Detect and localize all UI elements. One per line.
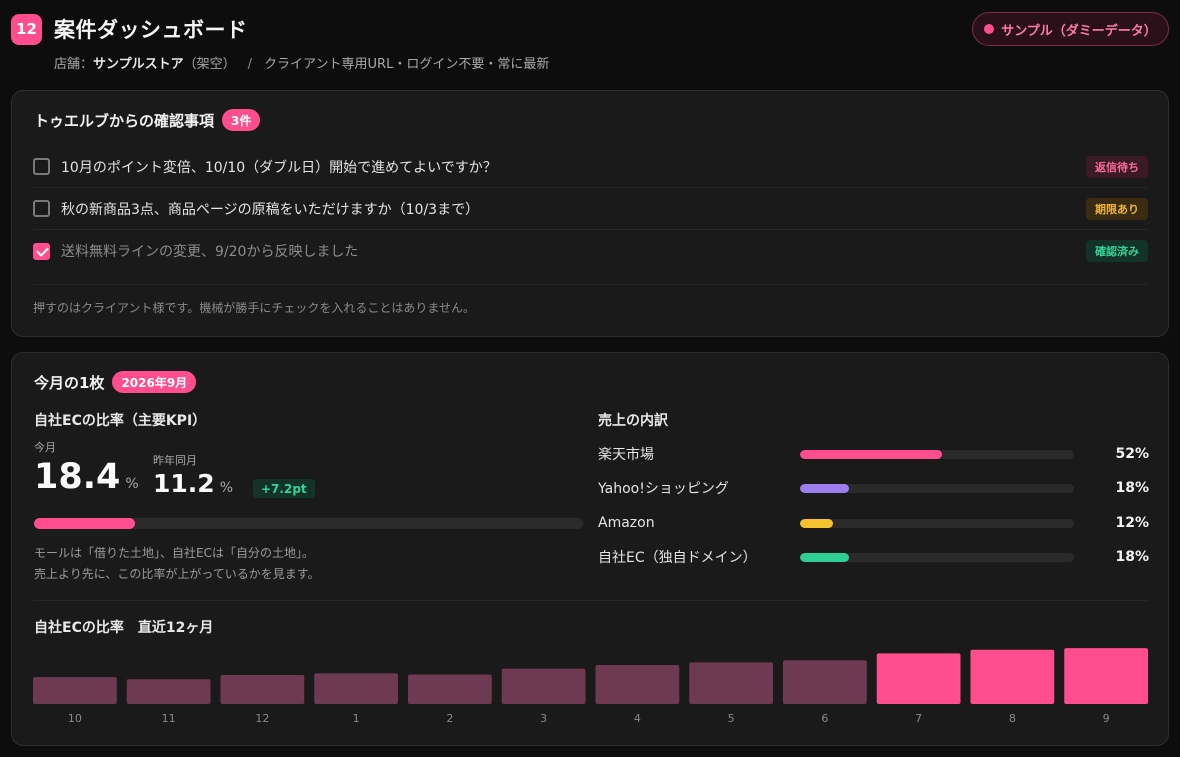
status-badge: 返信待ち xyxy=(1086,155,1148,178)
chart-tick-label: 1 xyxy=(353,712,360,725)
store-prefix: 店舗： xyxy=(54,57,94,72)
chart-bar xyxy=(33,677,117,704)
sample-data-button[interactable]: サンプル（ダミーデータ） xyxy=(972,12,1169,46)
chart-bar xyxy=(689,662,773,704)
store-name: サンプルストア xyxy=(93,57,184,72)
chart-bar xyxy=(126,679,211,704)
sample-data-label: サンプル（ダミーデータ） xyxy=(1001,23,1157,39)
chart-bar xyxy=(314,673,398,704)
status-badge: 期限あり xyxy=(1086,197,1148,220)
chart-tick-label: 3 xyxy=(540,712,547,725)
trend-bar-chart: 10 11 12 1 2 3 4 5 6 7 8 9 xyxy=(33,648,1148,725)
todo-item: 10月のポイント変倍、10/10（ダブル日）開始で進めてよいですか？ 返信待ち xyxy=(33,146,1148,188)
store-info: 店舗：サンプルストア（架空） / クライアント専用URL・ログイン不要・常に最新 xyxy=(54,53,549,72)
todo-checkbox-checked[interactable] xyxy=(33,242,50,260)
chart-bar xyxy=(1064,648,1148,704)
separator: / xyxy=(247,57,253,72)
confirm-title: トゥエルブからの確認事項 xyxy=(34,111,215,130)
todo-item: 秋の新商品3点、商品ページの原稿をいただけますか（10/3まで） 期限あり xyxy=(33,188,1148,230)
chart-bar xyxy=(970,649,1055,704)
chart-tick-label: 12 xyxy=(255,712,269,725)
chart-bar xyxy=(876,653,961,704)
app-logo: 12 xyxy=(11,13,42,45)
chart-bar xyxy=(501,668,586,704)
url-meta: クライアント専用URL・ログイン不要・常に最新 xyxy=(264,57,550,72)
todo-item: 送料無料ラインの変更、9/20から反映しました 確認済み xyxy=(33,230,1148,272)
chart-bar xyxy=(408,674,492,704)
chart-bar xyxy=(595,664,680,704)
chart-bar xyxy=(783,660,867,704)
todo-checkbox[interactable] xyxy=(33,158,50,175)
chart-tick-label: 8 xyxy=(1009,712,1016,725)
divider xyxy=(33,284,1148,285)
chart-tick-label: 10 xyxy=(68,712,82,725)
confirm-card: トゥエルブからの確認事項 3件 10月のポイント変倍、10/10（ダブル日）開始… xyxy=(11,90,1169,337)
confirm-note: 押すのはクライアント様です。機械が勝手にチェックを入れることはありません。 xyxy=(33,301,475,315)
chart-tick-label: 4 xyxy=(634,712,641,725)
monthly-card: 今月の1枚 2026年9月 自社ECの比率（主要KPI） 今月 18.4 % 昨… xyxy=(11,352,1169,746)
chart-tick-label: 9 xyxy=(1103,712,1110,725)
todo-text: 秋の新商品3点、商品ページの原稿をいただけますか（10/3まで） xyxy=(61,201,480,218)
chart-tick-label: 2 xyxy=(446,712,453,725)
chart-tick-label: 7 xyxy=(915,712,922,725)
status-dot-icon xyxy=(984,24,995,34)
chart-tick-label: 6 xyxy=(821,712,828,725)
todo-checkbox[interactable] xyxy=(33,200,50,217)
confirm-header: トゥエルブからの確認事項 3件 xyxy=(34,109,261,131)
store-note: （架空） xyxy=(183,57,236,72)
chart-tick-label: 11 xyxy=(162,712,176,725)
confirm-count-badge: 3件 xyxy=(222,109,261,131)
page-title: 案件ダッシュボード xyxy=(54,18,248,42)
chart-tick-label: 5 xyxy=(728,712,735,725)
todo-text: 送料無料ラインの変更、9/20から反映しました xyxy=(61,244,359,260)
page-header: 12 案件ダッシュボード xyxy=(11,12,248,46)
todo-text: 10月のポイント変倍、10/10（ダブル日）開始で進めてよいですか？ xyxy=(61,159,497,176)
status-badge: 確認済み xyxy=(1086,240,1148,262)
chart-bar xyxy=(220,675,305,704)
